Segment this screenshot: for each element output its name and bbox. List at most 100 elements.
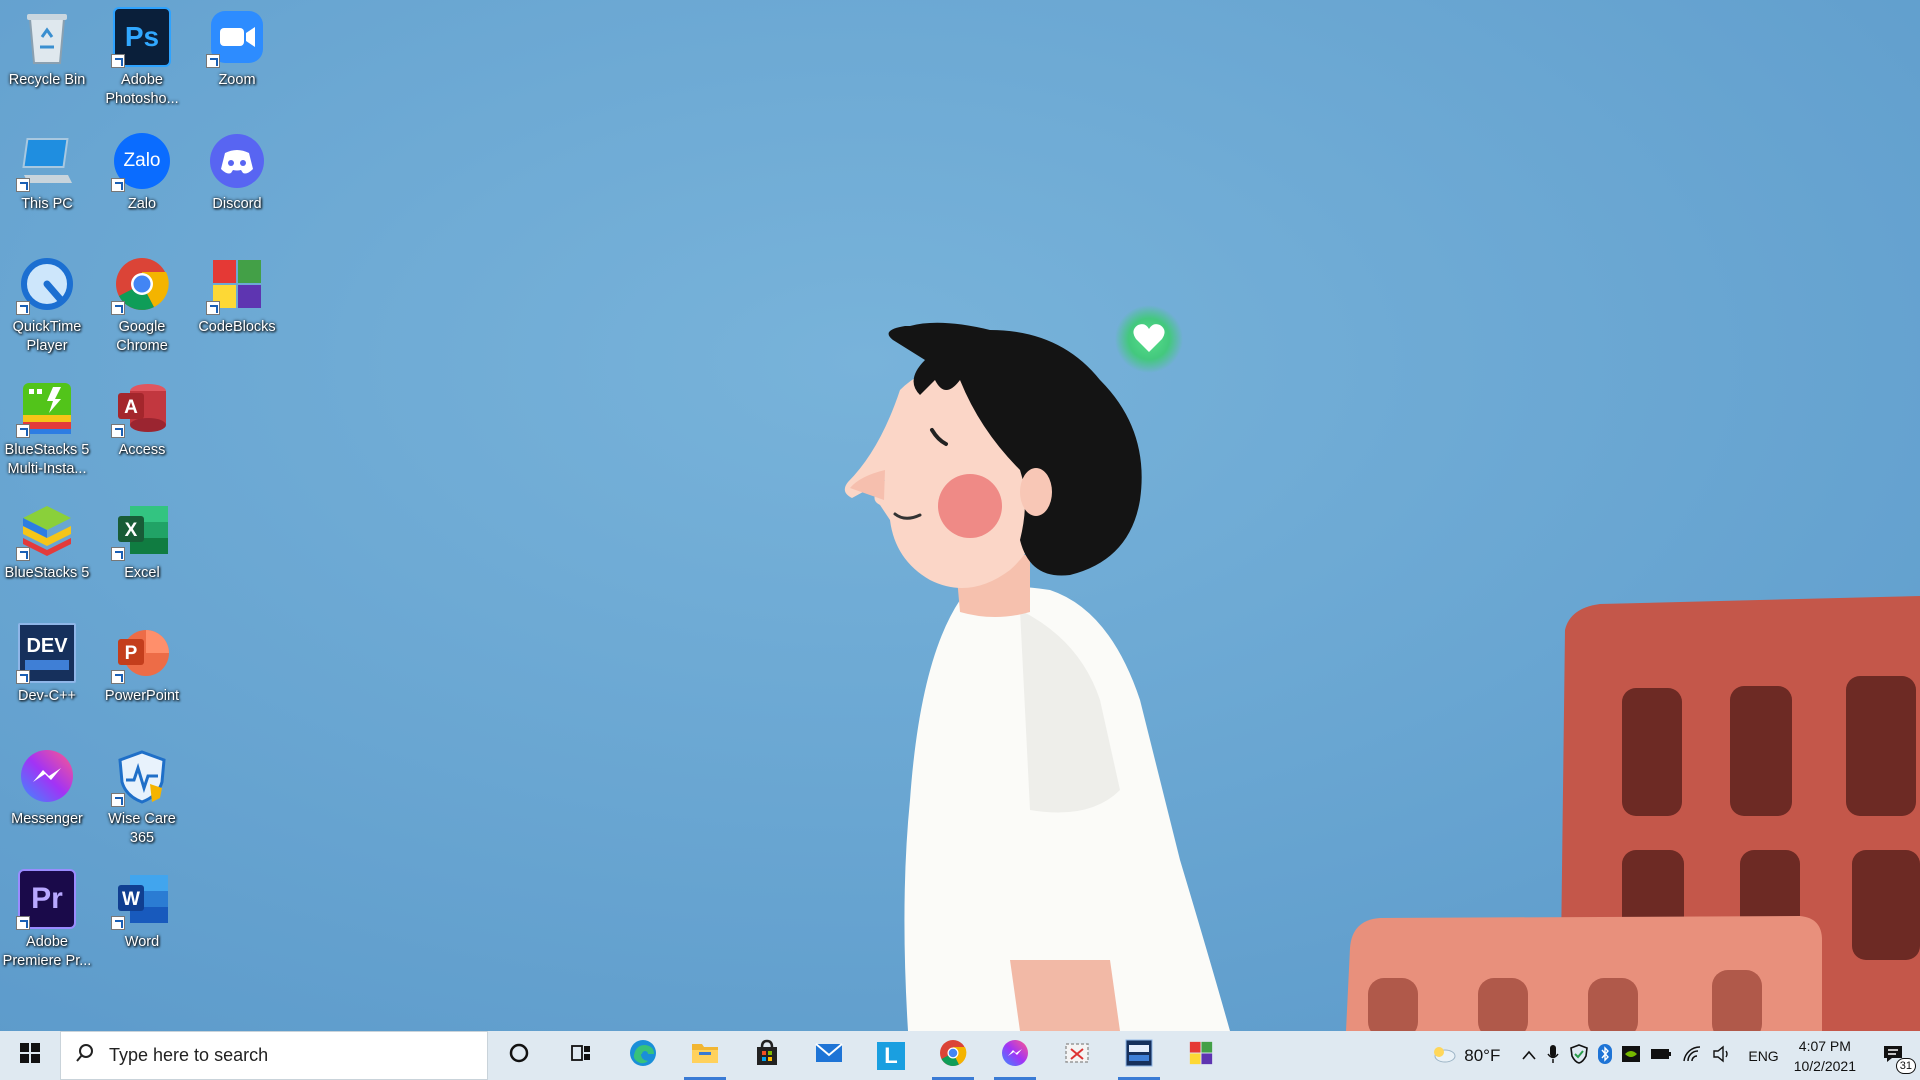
shortcut-arrow-icon (111, 178, 125, 192)
word-icon: W (111, 870, 171, 930)
messenger-icon (18, 747, 76, 805)
taskbar-mail[interactable] (798, 1031, 860, 1080)
clock-time: 4:07 PM (1798, 1037, 1851, 1054)
task-view-button[interactable] (550, 1031, 612, 1080)
desktop-icon-bluestacks[interactable]: BlueStacks 5 (0, 493, 94, 613)
bluetooth-icon (1598, 1043, 1613, 1068)
quicktime-icon (16, 255, 76, 315)
shortcut-arrow-icon (16, 916, 30, 930)
cortana-button[interactable] (488, 1031, 550, 1080)
shortcut-arrow-icon (16, 301, 30, 315)
desktop-icon-label: Adobe Premiere Pr... (2, 934, 92, 969)
this-pc-icon (16, 132, 76, 192)
desktop-icon-label: CodeBlocks (198, 319, 276, 335)
taskbar-chrome[interactable] (922, 1031, 984, 1080)
desktop-icon-premiere[interactable]: Pr Adobe Premiere Pr... (0, 862, 94, 982)
desktop-icon-zoom[interactable]: Zoom (190, 0, 284, 120)
zalo-icon: Zalo (111, 132, 171, 192)
devcpp-tile-text: DEV (26, 635, 68, 657)
desktop-icon-recycle-bin[interactable]: Recycle Bin (0, 0, 94, 120)
taskbar-clock[interactable]: 4:07 PM 10/2/2021 (1784, 1036, 1866, 1076)
desktop-icon-powerpoint[interactable]: P PowerPoint (95, 616, 189, 736)
task-view-icon (570, 1042, 592, 1069)
shortcut-arrow-icon (206, 301, 220, 315)
taskbar-messenger[interactable] (984, 1031, 1046, 1080)
codeblocks-icon (206, 255, 266, 315)
weather-temperature: 80°F (1464, 1045, 1501, 1065)
system-tray: 80°F ENG 4:07 PM 10/2/2021 31 (1425, 1031, 1920, 1080)
codeblocks-icon (1188, 1040, 1214, 1071)
taskbar-search-box[interactable]: Type here to search (60, 1031, 488, 1080)
microphone-tray[interactable] (1541, 1031, 1565, 1080)
desktop-icon-quicktime[interactable]: QuickTime Player (0, 247, 94, 367)
desktop-icon-devcpp[interactable]: DEV Dev-C++ (0, 616, 94, 736)
desktop-icon-messenger[interactable]: Messenger (0, 739, 94, 859)
desktop-icon-bluestacks-multi[interactable]: BlueStacks 5 Multi-Insta... (0, 370, 94, 490)
windows-logo-icon (20, 1043, 40, 1068)
desktop-icon-label: Adobe Photosho... (105, 72, 179, 107)
access-tile-text: A (124, 397, 138, 418)
store-icon (753, 1039, 781, 1072)
search-icon (75, 1043, 95, 1068)
desktop-wallpaper (0, 0, 1920, 1031)
desktop-icon-label: Dev-C++ (17, 688, 77, 704)
shortcut-arrow-icon (111, 793, 125, 807)
desktop-icon-label: QuickTime Player (12, 319, 82, 354)
desktop-icon-wisecare[interactable]: Wise Care 365 (95, 739, 189, 859)
action-center-button[interactable]: 31 (1866, 1031, 1920, 1080)
recycle-bin-icon (18, 8, 76, 66)
desktop-icon-zalo[interactable]: Zalo Zalo (95, 124, 189, 244)
desktop-icon-discord[interactable]: Discord (190, 124, 284, 244)
taskbar-devcpp[interactable] (1108, 1031, 1170, 1080)
taskbar-snipping[interactable] (1046, 1031, 1108, 1080)
mail-icon (814, 1041, 844, 1070)
file-explorer-icon (690, 1040, 720, 1071)
desktop-icon-this-pc[interactable]: This PC (0, 124, 94, 244)
devcpp-icon: DEV (16, 623, 76, 684)
bluestacks-multi-icon (16, 378, 76, 438)
taskbar-edge[interactable] (612, 1031, 674, 1080)
desktop-icon-photoshop[interactable]: Ps Adobe Photosho... (95, 0, 189, 120)
shortcut-arrow-icon (111, 547, 125, 561)
cortana-icon (508, 1042, 530, 1069)
desktop-icon-label: BlueStacks 5 (4, 565, 90, 581)
weather-widget[interactable]: 80°F (1425, 1031, 1505, 1080)
desktop-icon-label: PowerPoint (104, 688, 180, 704)
discord-icon (208, 132, 266, 190)
desktop-icon-word[interactable]: W Word (95, 862, 189, 982)
bluetooth-tray[interactable] (1593, 1031, 1617, 1080)
start-button[interactable] (0, 1031, 60, 1080)
desktop-icon-chrome[interactable]: Google Chrome (95, 247, 189, 367)
wifi-tray[interactable] (1677, 1031, 1707, 1080)
desktop-icon-label: Word (124, 934, 160, 950)
shortcut-arrow-icon (111, 670, 125, 684)
taskbar-file-explorer[interactable] (674, 1031, 736, 1080)
zoom-icon (206, 8, 266, 68)
desktop-icon-label: Wise Care 365 (108, 811, 176, 846)
taskbar-codeblocks[interactable] (1170, 1031, 1232, 1080)
taskbar-l-app[interactable]: L (860, 1031, 922, 1080)
shortcut-arrow-icon (111, 54, 125, 68)
taskbar-store[interactable] (736, 1031, 798, 1080)
nvidia-tray[interactable] (1617, 1031, 1645, 1080)
weather-cloud-icon (1430, 1044, 1456, 1068)
shortcut-arrow-icon (16, 670, 30, 684)
bluestacks-icon (16, 501, 76, 561)
chrome-icon (939, 1039, 967, 1072)
desktop-icon-label: Excel (124, 565, 160, 581)
desktop-icon-excel[interactable]: X Excel (95, 493, 189, 613)
show-hidden-icons-button[interactable] (1517, 1031, 1541, 1080)
desktop-icon-codeblocks[interactable]: CodeBlocks (190, 247, 284, 367)
battery-tray[interactable] (1645, 1031, 1677, 1080)
clock-date: 10/2/2021 (1793, 1057, 1856, 1074)
access-icon: A (111, 378, 171, 438)
shortcut-arrow-icon (111, 916, 125, 930)
desktop-icon-label: Zoom (218, 72, 256, 88)
input-language[interactable]: ENG (1743, 1031, 1783, 1080)
volume-tray[interactable] (1707, 1031, 1737, 1080)
desktop-icon-access[interactable]: A Access (95, 370, 189, 490)
powerpoint-icon: P (111, 624, 171, 684)
shortcut-arrow-icon (206, 54, 220, 68)
microphone-icon (1546, 1044, 1560, 1068)
security-tray[interactable] (1565, 1031, 1593, 1080)
